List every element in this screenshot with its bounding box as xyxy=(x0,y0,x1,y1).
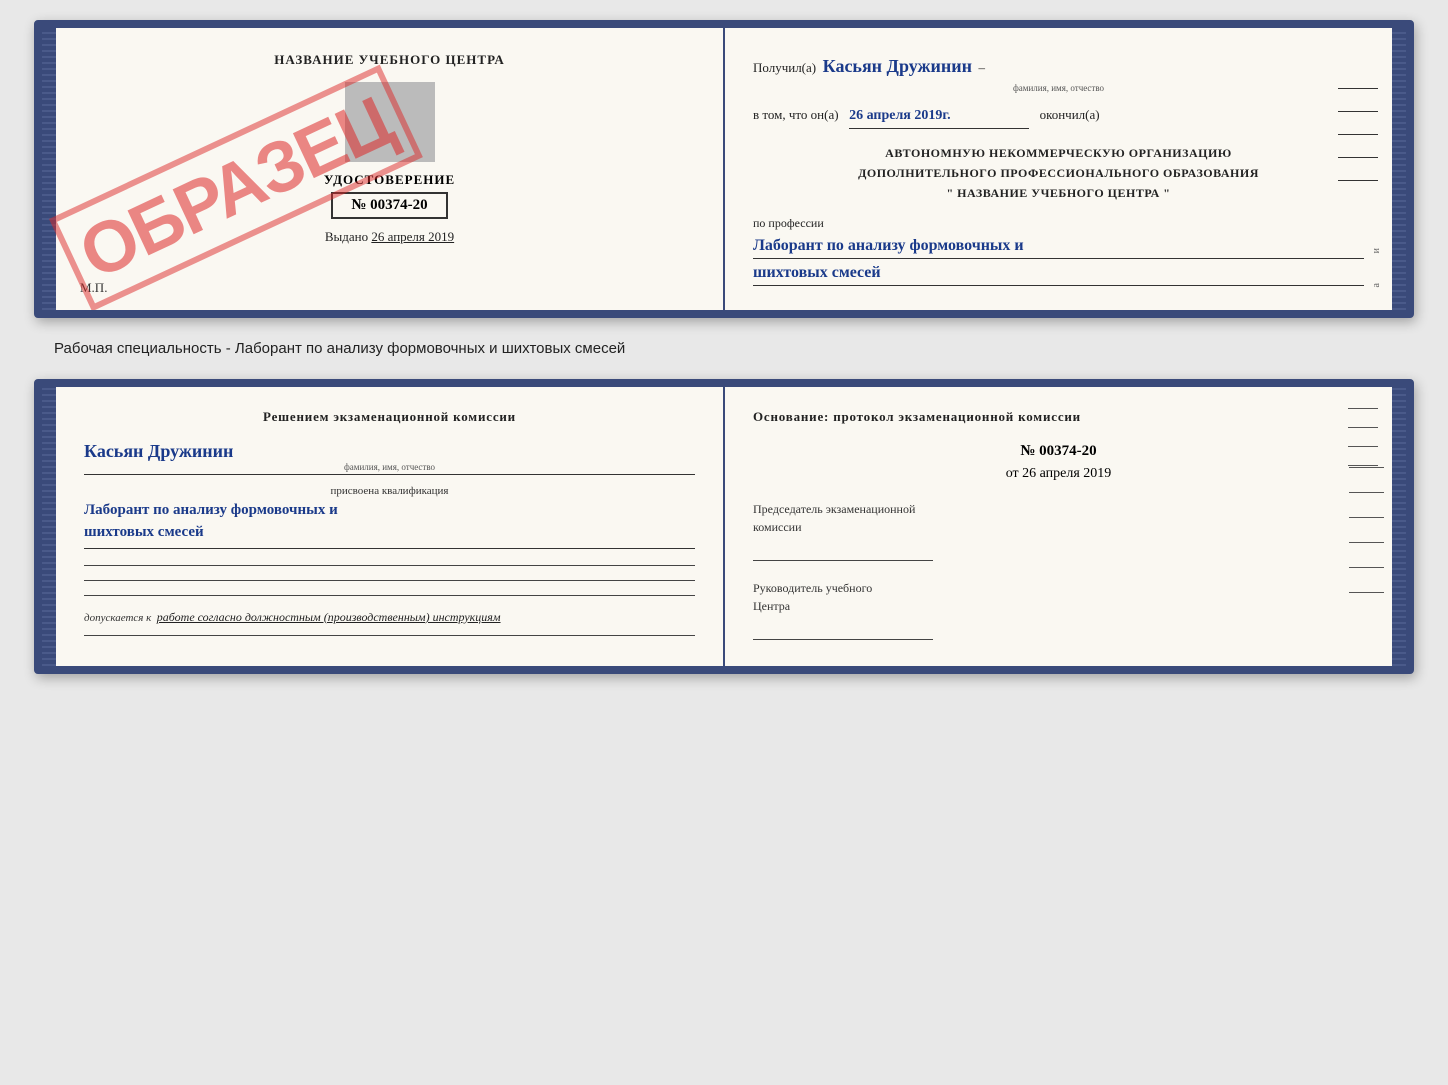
mp-label: М.П. xyxy=(80,280,107,296)
finished-label: окончил(а) xyxy=(1040,107,1100,122)
cert-label: УДОСТОВЕРЕНИЕ xyxy=(84,172,695,188)
right-decorative-lines xyxy=(1338,88,1378,181)
qual-line2: шихтовых смесей xyxy=(84,524,204,540)
book-spine-right xyxy=(1392,28,1406,310)
org-line1: АВТОНОМНУЮ НЕКОММЕРЧЕСКУЮ ОРГАНИЗАЦИЮ xyxy=(753,143,1364,163)
chairman-line1: Председатель экзаменационной xyxy=(753,502,915,516)
recipient-name: Касьян Дружинин xyxy=(823,56,972,76)
qual-line1: Лаборант по анализу формовочных и xyxy=(84,502,338,518)
org-block: АВТОНОМНУЮ НЕКОММЕРЧЕСКУЮ ОРГАНИЗАЦИЮ ДО… xyxy=(753,143,1364,204)
name-sub: фамилия, имя, отчество xyxy=(84,462,695,472)
specialty-label: Рабочая специальность - Лаборант по анал… xyxy=(34,334,1414,363)
deco-line-5 xyxy=(1338,180,1378,181)
profession-h1: Лаборант по анализу формовочных и xyxy=(753,234,1364,259)
chairman-line2: комиссии xyxy=(753,520,802,534)
top-right-page: Получил(а) Касьян Дружинин – фамилия, им… xyxy=(725,28,1392,310)
org-line3: " НАЗВАНИЕ УЧЕБНОГО ЦЕНТРА " xyxy=(753,183,1364,203)
basis-title: Основание: протокол экзаменационной коми… xyxy=(753,409,1364,425)
sig-line-1 xyxy=(84,565,695,566)
decision-title: Решением экзаменационной комиссии xyxy=(84,409,695,425)
bottom-right-deco xyxy=(1349,467,1384,593)
director-label: Руководитель учебного Центра xyxy=(753,579,1364,615)
sig-line-2 xyxy=(84,580,695,581)
org-line2: ДОПОЛНИТЕЛЬНОГО ПРОФЕССИОНАЛЬНОГО ОБРАЗО… xyxy=(753,163,1364,183)
person-name: Касьян Дружинин xyxy=(84,441,233,461)
allowed-prefix: допускается к xyxy=(84,612,151,624)
received-label: Получил(а) xyxy=(753,60,816,75)
allowed-sig-line xyxy=(84,635,695,636)
director-line1: Руководитель учебного xyxy=(753,581,872,595)
allowed-label: допускается к работе согласно должностны… xyxy=(84,610,695,625)
signature-lines-left xyxy=(84,565,695,596)
deco-line-3 xyxy=(1338,134,1378,135)
protocol-date: от 26 апреля 2019 xyxy=(753,466,1364,482)
qualification-block: Лаборант по анализу формовочных и шихтов… xyxy=(84,499,695,549)
date-line: в том, что он(а) 26 апреля 2019г. окончи… xyxy=(753,105,1364,128)
recipient-line: Получил(а) Касьян Дружинин – фамилия, им… xyxy=(753,52,1364,95)
bot-side-bottom-deco xyxy=(1348,408,1378,466)
photo-placeholder xyxy=(345,82,435,162)
side-text-и: и xyxy=(1371,248,1382,253)
bd3 xyxy=(1348,446,1378,447)
top-document-book: НАЗВАНИЕ УЧЕБНОГО ЦЕНТРА УДОСТОВЕРЕНИЕ №… xyxy=(34,20,1414,318)
in-that-label: в том, что он(а) xyxy=(753,107,839,122)
bd1 xyxy=(1348,408,1378,409)
bottom-right-page: Основание: протокол экзаменационной коми… xyxy=(725,387,1392,666)
side-text-arrow: ← xyxy=(1371,313,1382,318)
school-title-top: НАЗВАНИЕ УЧЕБНОГО ЦЕНТРА xyxy=(84,52,695,68)
director-sig-line xyxy=(753,639,933,640)
bottom-deco-6 xyxy=(1349,592,1384,593)
profession-label: по профессии xyxy=(753,216,824,230)
protocol-date-value: 26 апреля 2019 xyxy=(1022,466,1111,481)
profession-h2: шихтовых смесей xyxy=(753,261,1364,286)
sig-line-3 xyxy=(84,595,695,596)
chairman-sig-line xyxy=(753,560,933,561)
chairman-label: Председатель экзаменационной комиссии xyxy=(753,500,1364,536)
deco-line-4 xyxy=(1338,157,1378,158)
bottom-deco-5 xyxy=(1349,567,1384,568)
top-left-page: НАЗВАНИЕ УЧЕБНОГО ЦЕНТРА УДОСТОВЕРЕНИЕ №… xyxy=(56,28,725,310)
bottom-deco-2 xyxy=(1349,492,1384,493)
allowed-text: работе согласно должностным (производств… xyxy=(157,610,501,624)
bottom-deco-3 xyxy=(1349,517,1384,518)
recipient-sub: фамилия, имя, отчество xyxy=(753,81,1364,95)
protocol-date-prefix: от xyxy=(1006,466,1019,481)
bottom-deco-4 xyxy=(1349,542,1384,543)
cert-number: № 00374-20 xyxy=(331,192,447,219)
date-value: 26 апреля 2019г. xyxy=(849,105,1029,128)
deco-line-2 xyxy=(1338,111,1378,112)
bottom-left-page: Решением экзаменационной комиссии Касьян… xyxy=(56,387,725,666)
bd4 xyxy=(1348,465,1378,466)
deco-line-1 xyxy=(1338,88,1378,89)
name-field: Касьян Дружинин фамилия, имя, отчество xyxy=(84,441,695,475)
bottom-spine-right xyxy=(1392,387,1406,666)
side-text-а: а xyxy=(1371,283,1382,287)
bd2 xyxy=(1348,427,1378,428)
bottom-deco-1 xyxy=(1349,467,1384,468)
cert-box: УДОСТОВЕРЕНИЕ № 00374-20 xyxy=(84,172,695,219)
director-line2: Центра xyxy=(753,599,790,613)
book-spine-left xyxy=(42,28,56,310)
bottom-document-book: Решением экзаменационной комиссии Касьян… xyxy=(34,379,1414,674)
issued-date-value: 26 апреля 2019 xyxy=(371,229,454,244)
issued-date: Выдано 26 апреля 2019 xyxy=(84,229,695,245)
assigned-label: присвоена квалификация xyxy=(84,485,695,497)
protocol-number: № 00374-20 xyxy=(753,443,1364,460)
issued-text: Выдано xyxy=(325,229,368,244)
profession-block: по профессии Лаборант по анализу формово… xyxy=(753,214,1364,286)
bottom-spine-left xyxy=(42,387,56,666)
